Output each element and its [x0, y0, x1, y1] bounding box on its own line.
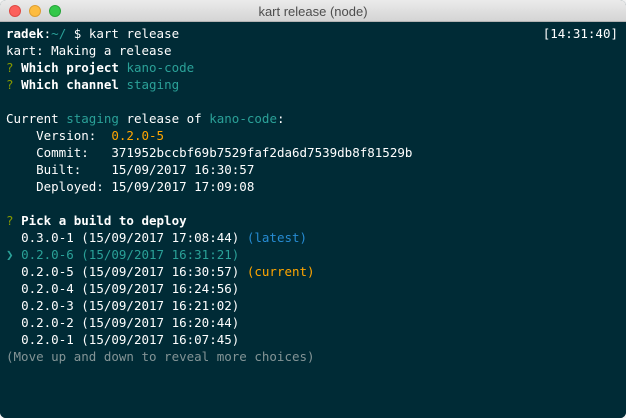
build-option-selected[interactable]: ❯ 0.2.0-6 (15/09/2017 16:31:21)	[6, 246, 239, 263]
version-label: Version:	[6, 128, 97, 143]
prompt-line: radek:~/ $ kart release	[6, 26, 180, 41]
current-tag: (current)	[246, 264, 315, 279]
selection-pointer-icon: ❯	[6, 247, 14, 262]
build-option-label: 0.2.0-4 (15/09/2017 16:24:56)	[21, 281, 240, 296]
project-answer: kano-code	[126, 60, 195, 75]
build-option-label: 0.2.0-3 (15/09/2017 16:21:02)	[21, 298, 240, 313]
pick-build-label: Pick a build to deploy	[21, 213, 187, 228]
prompt-symbol: $	[73, 26, 82, 41]
prompt-command: kart release	[88, 26, 180, 41]
title-bar: kart release (node)	[0, 0, 626, 22]
which-project-line: ? Which project kano-code	[6, 59, 194, 76]
commit-value: 371952bccbf69b7529faf2da6d7539db8f81529b	[111, 145, 413, 160]
which-channel-line: ? Which channel staging	[6, 76, 179, 93]
build-option-label: 0.2.0-2 (15/09/2017 16:20:44)	[21, 315, 240, 330]
which-channel-label: Which channel	[21, 77, 119, 92]
version-line: Version: 0.2.0-5	[6, 127, 164, 144]
build-option-label: 0.3.0-1 (15/09/2017 17:08:44)	[21, 230, 240, 245]
current-prefix: Current	[6, 111, 59, 126]
build-option[interactable]: 0.2.0-3 (15/09/2017 16:21:02)	[6, 297, 239, 314]
build-option[interactable]: 0.2.0-2 (15/09/2017 16:20:44)	[6, 314, 239, 331]
which-project-label: Which project	[21, 60, 119, 75]
colon: :	[276, 111, 285, 126]
current-project: kano-code	[209, 111, 277, 126]
release-of-text: release of	[126, 111, 202, 126]
terminal-output[interactable]: [14:31:40] radek:~/ $ kart release kart:…	[0, 22, 626, 418]
latest-tag: (latest)	[246, 230, 308, 245]
build-option[interactable]: 0.2.0-4 (15/09/2017 16:24:56)	[6, 280, 239, 297]
build-option-label: 0.2.0-1 (15/09/2017 16:07:45)	[21, 332, 240, 347]
built-label: Built:	[6, 162, 82, 177]
build-option-label: 0.2.0-6 (15/09/2017 16:31:21)	[21, 247, 240, 262]
terminal-window: kart release (node) [14:31:40] radek:~/ …	[0, 0, 626, 418]
build-option[interactable]: 0.2.0-5 (15/09/2017 16:30:57) (current)	[6, 263, 315, 280]
question-mark: ?	[6, 77, 14, 92]
commit-line: Commit: 371952bccbf69b7529faf2da6d7539db…	[6, 144, 412, 161]
deployed-line: Deployed: 15/09/2017 17:09:08	[6, 178, 254, 195]
navigation-hint: (Move up and down to reveal more choices…	[6, 349, 315, 364]
pick-build-line: ? Pick a build to deploy	[6, 212, 187, 229]
question-mark: ?	[6, 60, 14, 75]
prompt-path: ~/	[51, 26, 67, 41]
version-value: 0.2.0-5	[111, 128, 165, 143]
current-release-line: Current staging release of kano-code:	[6, 110, 285, 127]
build-option[interactable]: 0.2.0-1 (15/09/2017 16:07:45)	[6, 331, 239, 348]
current-channel: staging	[66, 111, 119, 126]
question-mark: ?	[6, 213, 14, 228]
prompt-user: radek	[6, 26, 44, 41]
build-option-label: 0.2.0-5 (15/09/2017 16:30:57)	[21, 264, 240, 279]
deployed-value: 15/09/2017 17:09:08	[111, 179, 255, 194]
built-value: 15/09/2017 16:30:57	[111, 162, 255, 177]
deployed-label: Deployed:	[6, 179, 104, 194]
build-option[interactable]: 0.3.0-1 (15/09/2017 17:08:44) (latest)	[6, 229, 307, 246]
window-title: kart release (node)	[258, 4, 368, 19]
commit-label: Commit:	[6, 145, 89, 160]
channel-answer: staging	[126, 77, 180, 92]
built-line: Built: 15/09/2017 16:30:57	[6, 161, 254, 178]
making-release-line: kart: Making a release	[6, 43, 172, 58]
prompt-clock: [14:31:40]	[542, 26, 618, 41]
